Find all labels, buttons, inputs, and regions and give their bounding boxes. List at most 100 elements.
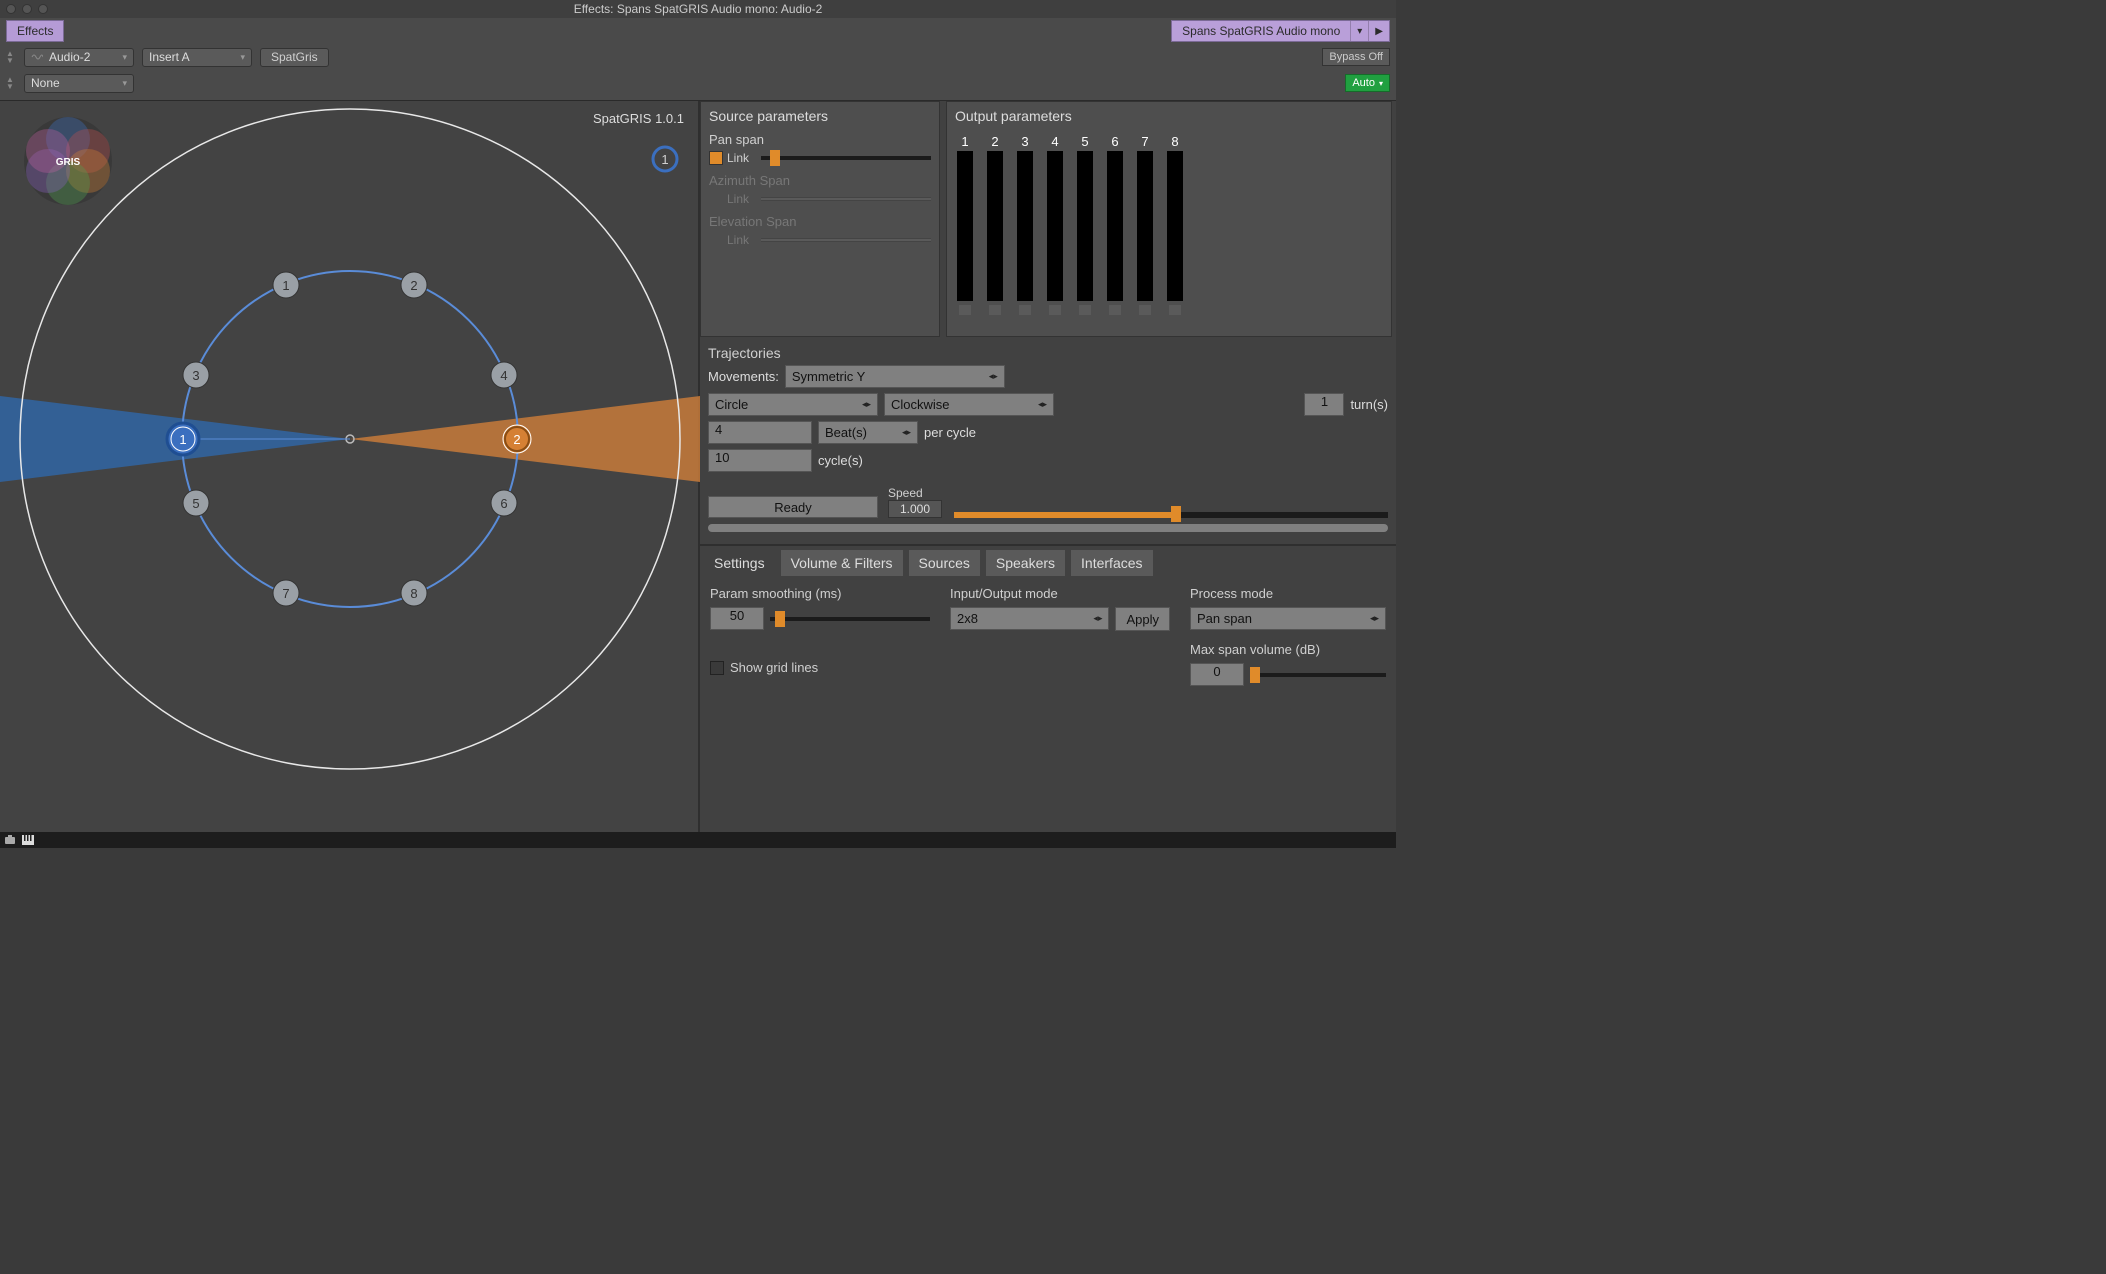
speaker-node-2[interactable]: 2 [401, 272, 427, 298]
audio-track-select[interactable]: Audio-2 ▾ [24, 48, 134, 67]
link-label: Link [727, 192, 757, 206]
mute-toggle[interactable] [989, 305, 1001, 315]
slider-thumb[interactable] [770, 150, 780, 166]
speaker-node-4[interactable]: 4 [491, 362, 517, 388]
direction-select[interactable]: Clockwise◂▸ [884, 393, 1054, 416]
corner-source-indicator[interactable]: 1 [653, 147, 677, 171]
speed-slider[interactable] [954, 512, 1388, 518]
preset-chip[interactable]: SpatGris [260, 48, 329, 67]
tab-volume-filters[interactable]: Volume & Filters [781, 550, 903, 576]
max-span-slider[interactable] [1250, 673, 1386, 677]
mute-toggle[interactable] [1139, 305, 1151, 315]
shape-select[interactable]: Circle◂▸ [708, 393, 878, 416]
speed-value[interactable]: 1.000 [888, 500, 942, 518]
trajectories-header: Trajectories [708, 337, 1388, 365]
insert-select[interactable]: Insert A ▾ [142, 48, 252, 67]
svg-text:8: 8 [410, 586, 417, 601]
turns-input[interactable]: 1 [1304, 393, 1344, 416]
spatial-canvas[interactable]: 1 2 3 4 5 6 7 8 1 2 1 [0, 101, 700, 811]
speaker-node-7[interactable]: 7 [273, 580, 299, 606]
piano-icon[interactable] [22, 834, 34, 846]
pan-span-link-checkbox[interactable] [709, 151, 723, 165]
top-panels-row: Source parameters Pan span Link Azimuth … [700, 101, 1396, 337]
movements-select[interactable]: Symmetric Y◂▸ [785, 365, 1005, 388]
slider-thumb[interactable] [1171, 506, 1181, 522]
process-mode-select[interactable]: Pan span◂▸ [1190, 607, 1386, 630]
azimuth-span-group: Azimuth Span Link [701, 171, 939, 212]
tab-speakers[interactable]: Speakers [986, 550, 1065, 576]
speaker-node-3[interactable]: 3 [183, 362, 209, 388]
svg-text:5: 5 [192, 496, 199, 511]
plugin-selector[interactable]: Spans SpatGRIS Audio mono ▾ ▶ [1171, 20, 1390, 42]
right-panels: Source parameters Pan span Link Azimuth … [700, 101, 1396, 832]
select-caret-icon: ◂▸ [983, 371, 998, 382]
stepper-icon[interactable]: ▲▼ [6, 50, 16, 64]
bypass-toggle[interactable]: Bypass Off [1322, 48, 1390, 66]
play-icon[interactable]: ▶ [1368, 21, 1389, 41]
mute-toggle[interactable] [1109, 305, 1121, 315]
output-meter-8: 8 [1165, 134, 1185, 315]
beats-input[interactable]: 4 [708, 421, 812, 444]
selector-rows: ▲▼ Audio-2 ▾ Insert A ▾ SpatGris Bypass … [0, 44, 1396, 100]
slider-thumb[interactable] [775, 611, 785, 627]
ready-button[interactable]: Ready [708, 496, 878, 518]
output-parameters-panel: Output parameters 1 2 3 4 5 6 7 8 [946, 101, 1392, 337]
link-label: Link [727, 151, 757, 165]
speed-label: Speed [888, 486, 942, 500]
gris-logo: GRIS [24, 117, 112, 205]
select-caret-icon: ◂▸ [896, 427, 911, 438]
max-span-input[interactable]: 0 [1190, 663, 1244, 686]
slider-thumb[interactable] [1250, 667, 1260, 683]
camera-icon[interactable] [4, 834, 16, 846]
mute-toggle[interactable] [1079, 305, 1091, 315]
mute-toggle[interactable] [1169, 305, 1181, 315]
tab-settings[interactable]: Settings [704, 550, 775, 576]
output-meter-7: 7 [1135, 134, 1155, 315]
mute-toggle[interactable] [1019, 305, 1031, 315]
auto-chip[interactable]: Auto ▾ [1345, 74, 1390, 92]
stepper-icon[interactable]: ▲▼ [6, 76, 16, 90]
pan-span-slider[interactable] [761, 156, 931, 160]
source-2-handle[interactable]: 2 [503, 425, 531, 453]
movements-label: Movements: [708, 369, 779, 384]
mute-toggle[interactable] [959, 305, 971, 315]
output-parameters-header: Output parameters [947, 102, 1391, 130]
horizontal-scrollbar[interactable] [708, 524, 1388, 532]
spatial-display[interactable]: SpatGRIS 1.0.1 1 2 3 4 5 6 7 8 [0, 101, 700, 832]
apply-button[interactable]: Apply [1115, 607, 1170, 631]
effects-button[interactable]: Effects [6, 20, 64, 42]
cycles-input[interactable]: 10 [708, 449, 812, 472]
beats-unit-select[interactable]: Beat(s)◂▸ [818, 421, 918, 444]
show-grid-label: Show grid lines [730, 660, 818, 675]
show-grid-checkbox[interactable] [710, 661, 724, 675]
source-parameters-panel: Source parameters Pan span Link Azimuth … [700, 101, 940, 337]
mute-toggle[interactable] [1049, 305, 1061, 315]
speaker-node-1[interactable]: 1 [273, 272, 299, 298]
trajectories-panel: Trajectories Movements: Symmetric Y◂▸ Ci… [700, 337, 1396, 546]
io-mode-select[interactable]: 2x8◂▸ [950, 607, 1109, 630]
param-smoothing-input[interactable]: 50 [710, 607, 764, 630]
param-smoothing-slider[interactable] [770, 617, 930, 621]
tab-sources[interactable]: Sources [909, 550, 980, 576]
footer [0, 832, 1396, 848]
caret-down-icon[interactable]: ▾ [1350, 21, 1368, 41]
none-label: None [31, 76, 60, 90]
svg-text:1: 1 [661, 152, 668, 167]
output-meter-2: 2 [985, 134, 1005, 315]
pan-span-label: Pan span [709, 132, 931, 147]
tab-interfaces[interactable]: Interfaces [1071, 550, 1152, 576]
preset-label: SpatGris [271, 50, 318, 64]
output-meter-3: 3 [1015, 134, 1035, 315]
source-parameters-header: Source parameters [701, 102, 939, 130]
svg-text:4: 4 [500, 368, 507, 383]
caret-down-icon: ▾ [122, 78, 127, 89]
caret-down-icon: ▾ [240, 52, 245, 63]
speaker-node-8[interactable]: 8 [401, 580, 427, 606]
source-1-handle[interactable]: 1 [167, 423, 199, 455]
per-cycle-label: per cycle [924, 425, 976, 440]
speaker-node-6[interactable]: 6 [491, 490, 517, 516]
selector-row-2: ▲▼ None ▾ Auto ▾ [6, 72, 1390, 94]
none-select[interactable]: None ▾ [24, 74, 134, 93]
speaker-node-5[interactable]: 5 [183, 490, 209, 516]
select-caret-icon: ◂▸ [1087, 613, 1102, 624]
